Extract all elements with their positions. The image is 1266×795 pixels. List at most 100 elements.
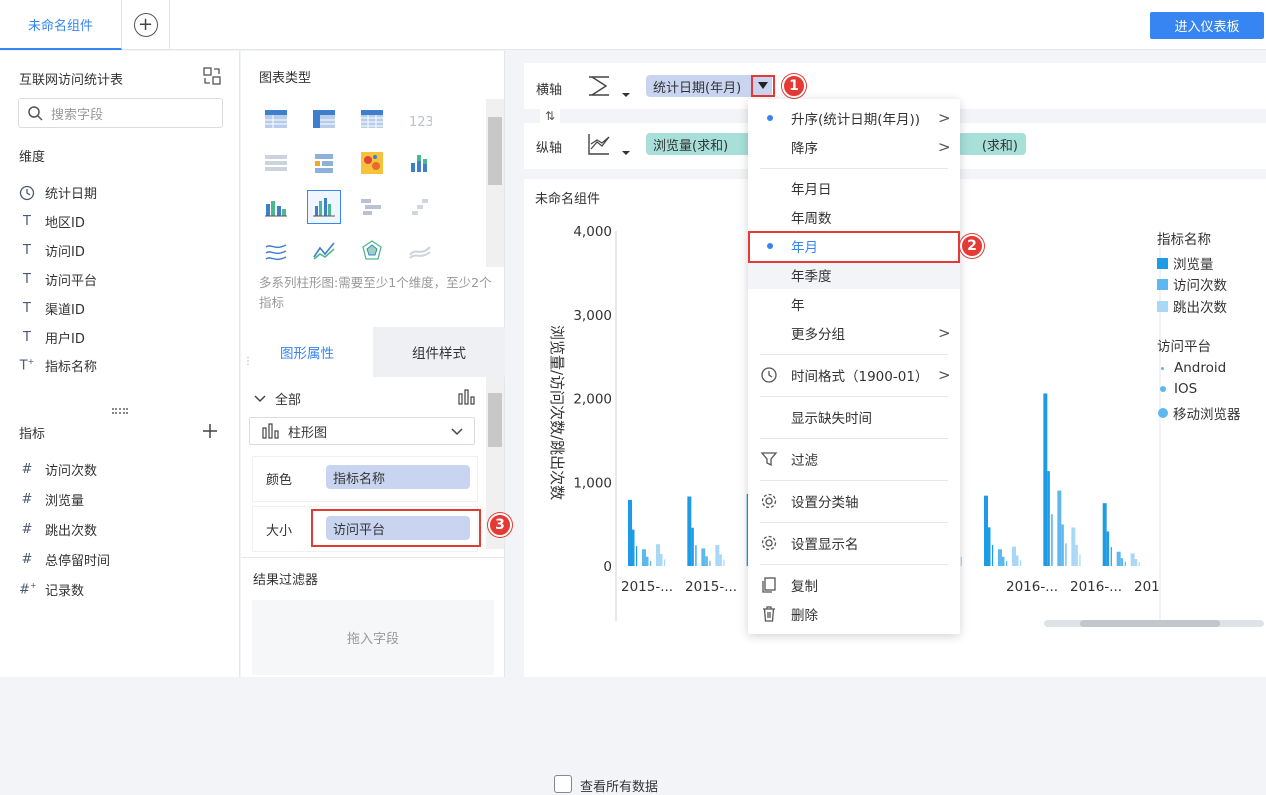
menu-item-label: 更多分组 [791, 327, 845, 343]
multi-series-bar-icon[interactable] [307, 190, 341, 224]
dimension-label: 渠道ID [45, 303, 85, 318]
view-all-data-label: 查看所有数据 [580, 780, 659, 795]
add-measure-icon[interactable] [202, 423, 218, 439]
menu-item-year[interactable]: 年 [748, 290, 960, 318]
color-field-pill[interactable]: 指标名称 [326, 465, 470, 489]
menu-item-label: 降序 [791, 141, 818, 157]
menu-item-label: 年周数 [791, 211, 832, 227]
tree-table-icon[interactable] [311, 150, 337, 176]
menu-item-year-week[interactable]: 年周数 [748, 203, 960, 231]
y-axis-field-pill[interactable]: 浏览量(求和) [646, 133, 754, 155]
legend-item[interactable]: Android [1157, 360, 1226, 376]
legend-item[interactable]: 浏览量 [1157, 253, 1214, 273]
y-axis-title: 浏览量/访问次数/跳出次数 [548, 325, 566, 500]
add-tab-button[interactable]: + [122, 0, 170, 50]
legend2-title: 访问平台 [1157, 339, 1211, 355]
area-line-icon[interactable] [311, 238, 337, 264]
scrollbar-thumb[interactable] [488, 117, 502, 185]
dimension-field[interactable]: T 访问平台 [19, 270, 97, 289]
menu-item-year-quarter[interactable]: 年季度 [748, 261, 960, 289]
detail-table-icon[interactable] [359, 106, 385, 132]
measure-field[interactable]: # 总停留时间 [19, 550, 110, 569]
search-input[interactable]: 搜索字段 [18, 98, 223, 128]
chart-kind-value: 柱形图 [288, 425, 328, 441]
bar [687, 496, 692, 566]
filter-drop-zone[interactable]: 拖入字段 [252, 600, 494, 675]
y-axis-field-pill[interactable]: (求和) [958, 133, 1026, 155]
size-dot-large [1158, 408, 1168, 418]
all-properties-toggle[interactable]: 全部 [253, 389, 301, 408]
dimension-field[interactable]: T 访问ID [19, 241, 85, 260]
menu-item-label: 年月日 [791, 182, 832, 198]
menu-item-ascending[interactable]: 升序(统计日期(年月)) > [748, 104, 960, 132]
menu-item-set-category-axis[interactable]: 设置分类轴 [748, 487, 960, 515]
menu-item-label: 删除 [791, 608, 818, 624]
bar [636, 546, 638, 566]
switch-dataset-icon[interactable] [203, 67, 221, 85]
bar [1106, 531, 1110, 566]
menu-item-filter[interactable]: 过滤 [748, 445, 960, 473]
menu-item-descending[interactable]: 降序 > [748, 133, 960, 161]
dimension-field[interactable]: T 渠道ID [19, 299, 85, 318]
stacked-bar-icon[interactable] [407, 150, 433, 176]
legend-item[interactable]: 移动浏览器 [1157, 403, 1241, 423]
menu-item-label: 复制 [791, 579, 818, 595]
stream-icon[interactable] [407, 238, 433, 264]
bar-chart-icon[interactable] [263, 194, 289, 220]
text-field-icon: T [23, 301, 31, 316]
menu-item-show-missing-time[interactable]: 显示缺失时间 [748, 403, 960, 431]
menu-item-time-format[interactable]: 时间格式（1900-01） > [748, 361, 960, 389]
menu-separator [760, 354, 948, 355]
resize-handle[interactable] [112, 408, 128, 414]
drag-handle-icon[interactable]: ⋮ [243, 357, 253, 367]
chart-kind-select[interactable]: 柱形图 [249, 417, 475, 445]
measure-label: 总停留时间 [45, 554, 111, 569]
axis-type-icon[interactable] [586, 131, 630, 159]
scrollbar-thumb[interactable] [488, 393, 502, 447]
dimension-field[interactable]: T 用户ID [19, 328, 85, 347]
line-chart-icon[interactable] [263, 238, 289, 264]
tab-graphic-properties[interactable]: 图形属性 [241, 327, 373, 377]
measure-field[interactable]: # 浏览量 [19, 490, 84, 509]
dimension-field[interactable]: T+ 指标名称 [19, 356, 97, 375]
menu-item-delete[interactable]: 删除 [748, 600, 960, 628]
menu-item-set-display-name[interactable]: 设置显示名 [748, 529, 960, 557]
axis-type-icon[interactable] [586, 73, 630, 101]
dimension-field[interactable]: T 地区ID [19, 212, 85, 231]
gantt-icon[interactable] [407, 194, 433, 220]
tab-unnamed-component[interactable]: 未命名组件 [0, 0, 122, 50]
y-tick-label: 3,000 [573, 308, 612, 324]
legend-item[interactable]: 访问次数 [1157, 274, 1227, 294]
view-all-data-checkbox[interactable] [554, 775, 572, 793]
gear-icon [761, 493, 777, 509]
legend-label: 跳出次数 [1173, 300, 1227, 316]
size-dot-small [1161, 366, 1164, 370]
bar [1043, 393, 1048, 566]
range-bar-icon[interactable] [359, 194, 385, 220]
dimension-field[interactable]: 统计日期 [19, 183, 97, 202]
enter-dashboard-button[interactable]: 进入仪表板 [1150, 12, 1264, 39]
table-icon[interactable] [263, 106, 289, 132]
dataset-title: 互联网访问统计表 [19, 73, 124, 88]
legend-item[interactable]: IOS [1157, 381, 1197, 397]
copy-icon [762, 577, 776, 593]
bar [1116, 551, 1121, 566]
legend-item[interactable]: 跳出次数 [1157, 296, 1227, 316]
kpi-icon[interactable]: 123 [407, 106, 433, 132]
menu-item-more-groups[interactable]: 更多分组 > [748, 319, 960, 347]
measure-field[interactable]: # 跳出次数 [19, 520, 97, 539]
bar [1138, 562, 1140, 566]
measure-field[interactable]: #+ 记录数 [19, 580, 84, 599]
all-label: 全部 [275, 393, 302, 408]
radar-icon[interactable] [359, 238, 385, 264]
grouped-table-icon[interactable] [263, 150, 289, 176]
heatmap-icon[interactable] [359, 150, 385, 176]
cross-table-icon[interactable] [311, 106, 337, 132]
tab-component-style[interactable]: 组件样式 [373, 327, 505, 377]
measure-field[interactable]: # 访问次数 [19, 460, 97, 479]
menu-item-copy[interactable]: 复制 [748, 571, 960, 599]
bar [998, 549, 1002, 566]
scrollbar-thumb[interactable] [1080, 620, 1220, 627]
menu-item-ymd[interactable]: 年月日 [748, 174, 960, 202]
y-tick-label: 0 [603, 559, 612, 575]
